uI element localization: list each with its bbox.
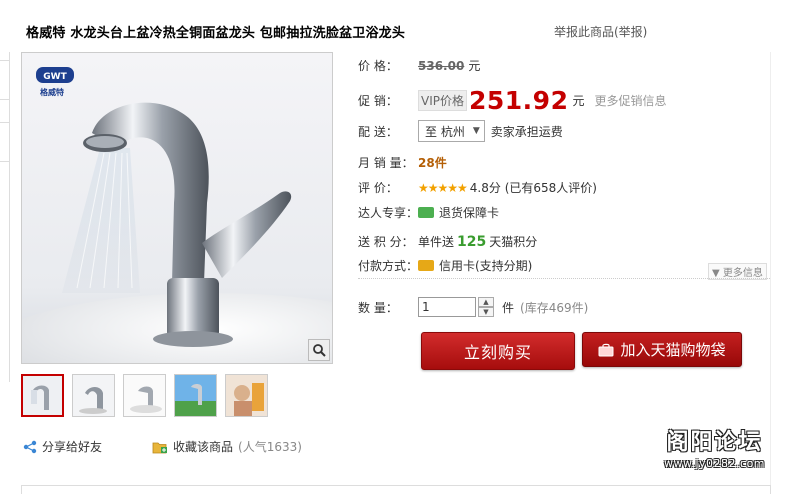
thumbnail-1[interactable] (21, 374, 64, 417)
share-label: 分享给好友 (42, 440, 103, 454)
payment-value: 信用卡(支持分期) (439, 259, 533, 273)
original-price: 536.00 (418, 58, 465, 73)
rating-stars-icon: ★★★★★ (418, 180, 468, 195)
report-link[interactable]: 举报此商品(举报) (554, 23, 647, 40)
popularity-count: (人气1633) (238, 440, 302, 454)
quantity-input[interactable]: 1 (418, 297, 476, 317)
brand-name-text: 格威特 (40, 87, 64, 97)
rating-label: 评 价： (358, 181, 398, 195)
quantity-stepper: ▲ ▼ (478, 297, 494, 317)
rating-score[interactable]: 4.8分 (已有658人评价) (470, 179, 597, 196)
decrement-button[interactable]: ▼ (478, 307, 494, 317)
delivery-row: 配 送： 至 杭州 ▼ 卖家承担运费 (358, 120, 563, 142)
price-label: 价 格： (358, 59, 398, 73)
magnifier-icon (313, 344, 326, 357)
favorite-label: 收藏该商品 (173, 440, 234, 454)
brand-badge-text: GWT (43, 72, 67, 82)
points-value: 125 (457, 233, 487, 250)
payment-label: 付款方式： (358, 259, 419, 273)
expert-label: 达人专享： (358, 206, 419, 220)
watermark-url: www.jy0282.com (664, 457, 766, 470)
right-divider (770, 52, 771, 492)
sales-label: 月 销 量： (358, 156, 414, 170)
card-icon (418, 207, 434, 218)
points-label: 送 积 分： (358, 235, 414, 249)
price-unit: 元 (468, 59, 481, 73)
thumbnail-5[interactable] (225, 374, 268, 417)
product-title: 格威特 水龙头台上盆冷热全铜面盆龙头 包邮抽拉洗脸盆卫浴龙头 (26, 26, 406, 41)
left-edge-notch (0, 60, 10, 100)
chevron-down-icon: ▼ (472, 126, 480, 136)
thumbnail-2[interactable] (72, 374, 115, 417)
section-divider (358, 278, 770, 279)
bottom-panel (21, 485, 771, 494)
points-prefix: 单件送 (418, 235, 455, 249)
favorite-link[interactable]: 收藏该商品 (人气1633) (152, 438, 302, 455)
current-price-unit: 元 (572, 94, 585, 108)
thumbnail-faucet-image (124, 375, 165, 416)
expert-row: 达人专享： 退货保障卡 (358, 204, 499, 221)
left-edge-panel (0, 52, 10, 382)
watermark-title: 阁阳论坛 (666, 430, 763, 455)
quantity-row: 数 量： 1 ▲ ▼ 件 (库存469件) (358, 297, 588, 317)
sales-row: 月 销 量： 28件 (358, 154, 447, 171)
increment-button[interactable]: ▲ (478, 297, 494, 307)
thumbnail-portrait-image (226, 375, 267, 416)
quantity-unit: 件 (502, 300, 515, 315)
destination-value: 至 杭州 (425, 124, 465, 139)
left-edge-notch (0, 122, 10, 162)
promo-price-row: 促 销： VIP价格 251.92 元 更多促销信息 (358, 86, 667, 115)
current-price: 251.92 (469, 86, 569, 115)
share-icon (23, 440, 37, 453)
forum-watermark: 阁阳论坛 www.jy0282.com (664, 424, 765, 470)
thumbnail-4[interactable] (174, 374, 217, 417)
folder-plus-icon (152, 442, 167, 453)
vip-price-tag: VIP价格 (418, 90, 467, 111)
more-promo-link[interactable]: 更多促销信息 (595, 92, 667, 109)
thumbnail-faucet-image (23, 376, 62, 415)
destination-select[interactable]: 至 杭州 ▼ (418, 120, 485, 142)
thumbnail-strip (21, 374, 268, 417)
shopping-bag-icon (598, 343, 614, 356)
zoom-button[interactable] (308, 339, 330, 361)
faucet-illustration: GWT 格威特 (22, 53, 332, 363)
monthly-sales: 28件 (418, 156, 447, 170)
buy-now-button[interactable]: 立刻购买 (421, 332, 575, 370)
points-row: 送 积 分： 单件送 125 天猫积分 (358, 233, 537, 250)
thumbnail-faucet-image (73, 375, 114, 416)
stock-count: (库存469件) (520, 300, 589, 315)
add-to-cart-button[interactable]: 加入天猫购物袋 (582, 332, 742, 367)
original-price-row: 价 格： 536.00 元 (358, 57, 480, 74)
promo-label: 促 销： (358, 94, 398, 108)
add-to-cart-label: 加入天猫购物袋 (620, 341, 726, 359)
share-link[interactable]: 分享给好友 (23, 438, 102, 455)
credit-card-icon (418, 260, 434, 271)
thumbnail-nature-image (175, 375, 216, 416)
points-suffix: 天猫积分 (489, 235, 538, 249)
payment-row: 付款方式： 信用卡(支持分期) (358, 257, 532, 274)
shipping-info: 卖家承担运费 (490, 124, 563, 139)
main-product-image[interactable]: GWT 格威特 (21, 52, 333, 364)
quantity-label: 数 量： (358, 300, 398, 315)
rating-row: 评 价： ★★★★★ 4.8分 (已有658人评价) (358, 179, 597, 196)
delivery-label: 配 送： (358, 124, 398, 139)
expert-value[interactable]: 退货保障卡 (439, 204, 499, 221)
thumbnail-3[interactable] (123, 374, 166, 417)
